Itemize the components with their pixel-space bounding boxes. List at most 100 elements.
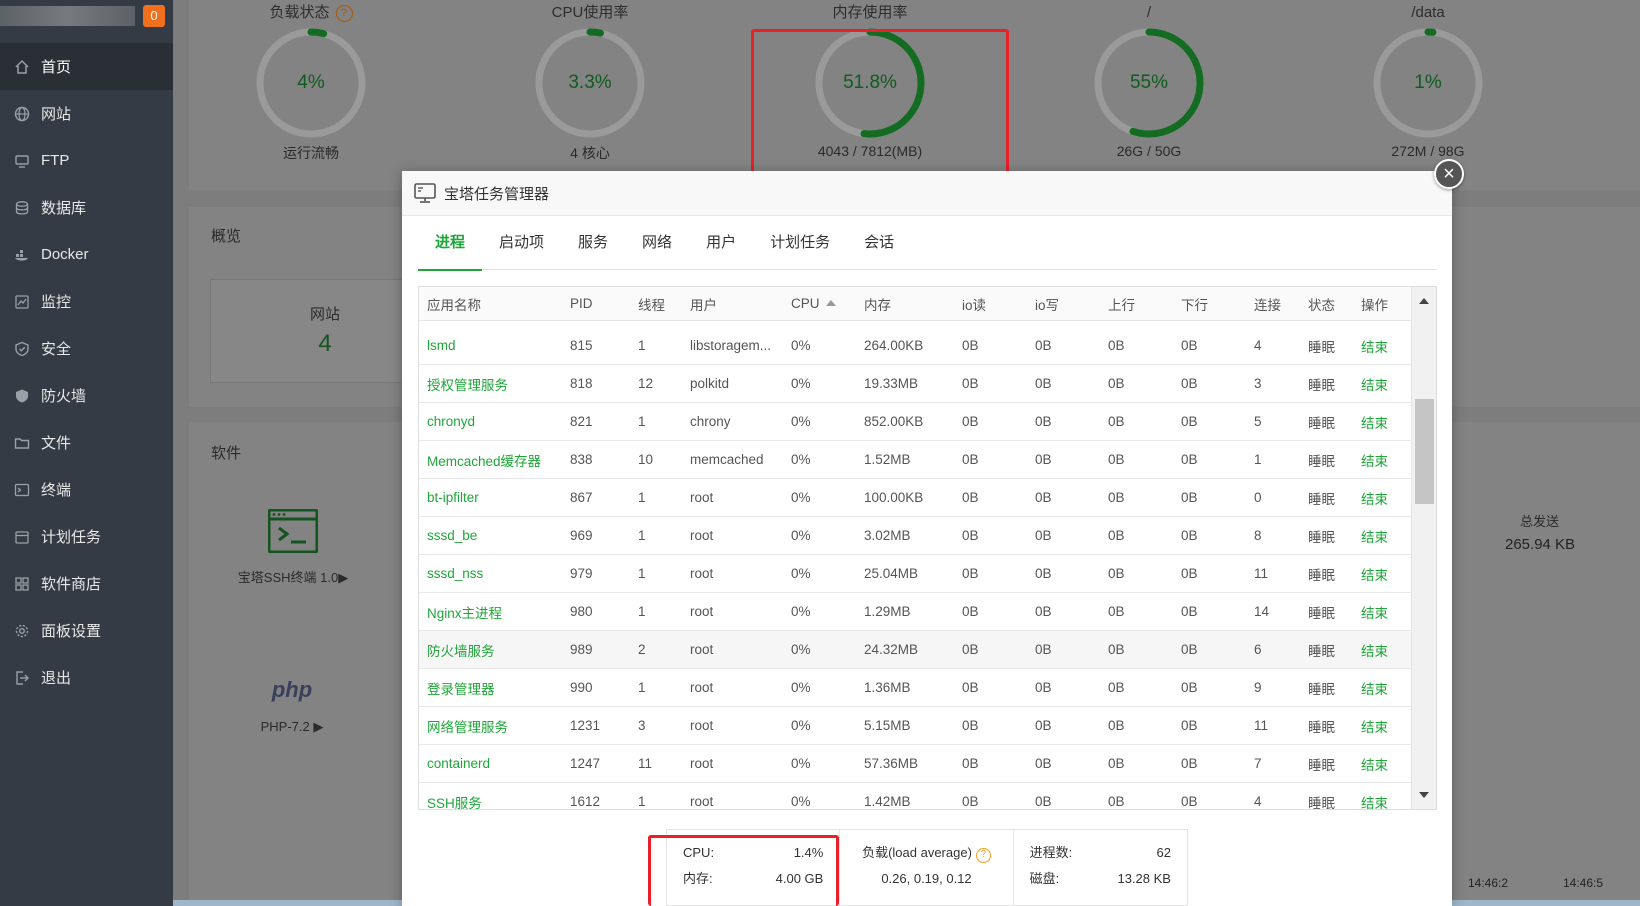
process-name-link[interactable]: bt-ipfilter [419,490,562,505]
column-header[interactable]: 连接 [1246,294,1300,314]
help-icon[interactable]: ? [975,848,991,863]
sidebar-item[interactable]: 网站 [0,90,173,137]
column-header[interactable]: 线程 [630,294,682,314]
status-gauge[interactable]: / 55% 26G / 50G [1029,0,1269,159]
sidebar-item[interactable]: 防火墙 [0,372,173,419]
table-cell: 0B [962,338,979,353]
process-name-link[interactable]: sssd_be [419,528,562,543]
process-name-link[interactable]: sssd_nss [419,566,562,581]
table-cell: 0B [962,794,979,809]
status-gauge[interactable]: 负载状态? 4% 运行流畅 [191,0,431,163]
sidebar-item[interactable]: Docker [0,231,173,278]
column-header[interactable]: PID [562,296,630,311]
sidebar-item-label: 安全 [41,341,72,358]
end-process-button[interactable]: 结束 [1353,526,1405,546]
process-name-link[interactable]: 登录管理器 [419,678,562,698]
total-sent-label: 总发送 [1520,514,1560,529]
column-header[interactable]: 内存 [856,294,954,314]
process-name-link[interactable]: 防火墙服务 [419,640,562,660]
status-gauge[interactable]: CPU使用率 3.3% 4 核心 [470,0,710,163]
end-process-button[interactable]: 结束 [1353,754,1405,774]
sidebar-item[interactable]: 监控 [0,278,173,325]
sidebar-item[interactable]: 面板设置 [0,607,173,654]
sidebar-item[interactable]: 数据库 [0,184,173,231]
table-row[interactable]: SSH服务 1612 1 root 0% 1.42MB 0B 0B 0B 0B 4 睡眠 结束 [419,783,1411,810]
sidebar-item[interactable]: 退出 [0,654,173,701]
close-icon[interactable]: × [1434,159,1464,189]
php-software[interactable]: php PHP-7.2 ▶ [232,677,352,735]
table-cell: 100.00KB [864,490,924,505]
help-icon[interactable]: ? [335,4,353,22]
table-cell: 0% [791,414,811,429]
status-gauge[interactable]: 内存使用率 51.8% 4043 / 7812(MB) [750,0,990,159]
tab[interactable]: 网络 [625,216,689,270]
column-header[interactable]: 上行 [1100,294,1173,314]
gauge-title: / [1146,4,1152,21]
table-row[interactable]: Memcached缓存器 838 10 memcached 0% 1.52MB 0B 0B 0B… [419,441,1411,479]
column-header[interactable]: 操作 [1353,294,1405,314]
tab[interactable]: 启动项 [482,216,561,270]
table-row[interactable]: sssd_be 969 1 root 0% 3.02MB 0B 0B 0B 0B 8 睡眠 结束 [419,517,1411,555]
end-process-button[interactable]: 结束 [1353,602,1405,622]
end-process-button[interactable]: 结束 [1353,412,1405,432]
table-row[interactable]: 登录管理器 990 1 root 0% 1.36MB 0B 0B 0B 0B 9 睡眠 结束 [419,669,1411,707]
column-header[interactable]: 用户 [682,294,783,314]
end-process-button[interactable]: 结束 [1353,336,1405,356]
table-row[interactable]: sssd_nss 979 1 root 0% 25.04MB 0B 0B 0B 0B 11 睡眠 结束 [419,555,1411,593]
column-header[interactable]: io写 [1027,294,1100,314]
end-process-button[interactable]: 结束 [1353,488,1405,508]
sidebar-item[interactable]: FTP [0,137,173,184]
column-header[interactable]: 下行 [1173,294,1246,314]
end-process-button[interactable]: 结束 [1353,716,1405,736]
scroll-up-arrow-icon[interactable] [1419,298,1429,304]
sidebar-item[interactable]: 计划任务 [0,513,173,560]
table-row[interactable]: 授权管理服务 818 12 polkitd 0% 19.33MB 0B 0B 0B 0B 3 睡眠 结束 [419,365,1411,403]
ssh-terminal-software[interactable]: 宝塔SSH终端 1.0▶ [233,509,353,586]
tab[interactable]: 进程 [418,216,483,271]
process-name-link[interactable]: 授权管理服务 [419,374,562,394]
table-row[interactable]: containerd 1247 11 root 0% 57.36MB 0B 0B 0B 0B 7 睡眠… [419,745,1411,783]
table-row[interactable]: 防火墙服务 989 2 root 0% 24.32MB 0B 0B 0B 0B 6 睡眠 结束 [419,631,1411,669]
tab[interactable]: 用户 [689,216,753,270]
end-process-button[interactable]: 结束 [1353,450,1405,470]
tab[interactable]: 会话 [847,216,911,270]
end-process-button[interactable]: 结束 [1353,640,1405,660]
tab[interactable]: 计划任务 [753,216,847,270]
table-cell: 1 [1254,452,1262,467]
table-cell: 0B [1181,680,1198,695]
column-header[interactable]: 状态 [1300,294,1353,314]
sidebar-item[interactable]: 终端 [0,466,173,513]
table-scrollbar[interactable] [1411,287,1436,809]
scroll-down-arrow-icon[interactable] [1419,792,1429,798]
table-cell: 821 [570,414,593,429]
column-header[interactable]: io读 [954,294,1027,314]
end-process-button[interactable]: 结束 [1353,792,1405,810]
tab[interactable]: 服务 [561,216,625,270]
process-name-link[interactable]: Memcached缓存器 [419,450,562,470]
sidebar-item[interactable]: 文件 [0,419,173,466]
process-name-link[interactable]: Nginx主进程 [419,602,562,622]
scroll-thumb[interactable] [1415,399,1434,504]
process-name-link[interactable]: SSH服务 [419,792,562,810]
end-process-button[interactable]: 结束 [1353,564,1405,584]
gauge-subtext: 4043 / 7812(MB) [817,143,923,159]
sidebar-item[interactable]: 软件商店 [0,560,173,607]
end-process-button[interactable]: 结束 [1353,678,1405,698]
end-process-button[interactable]: 结束 [1353,374,1405,394]
notification-badge[interactable]: 0 [143,5,165,27]
process-name-link[interactable]: lsmd [419,338,562,353]
process-name-link[interactable]: chronyd [419,414,562,429]
column-header[interactable]: CPU [783,296,856,311]
table-row[interactable]: Nginx主进程 980 1 root 0% 1.29MB 0B 0B 0B 0B 14 睡眠 结束 [419,593,1411,631]
table-row[interactable]: 网络管理服务 1231 3 root 0% 5.15MB 0B 0B 0B 0B 11 睡眠 结束 [419,707,1411,745]
table-row[interactable]: bt-ipfilter 867 1 root 0% 100.00KB 0B 0B 0B 0B 0 睡眠… [419,479,1411,517]
process-name-link[interactable]: containerd [419,756,562,771]
table-row[interactable]: chronyd 821 1 chrony 0% 852.00KB 0B 0B 0B 0B 5 睡眠 结束 [419,403,1411,441]
status-gauge[interactable]: /data 1% 272M / 98G [1308,0,1548,159]
sidebar-item[interactable]: 安全 [0,325,173,372]
table-row[interactable]: lsmd 815 1 libstoragem... 0% 264.00KB 0B 0B 0B 0B… [419,327,1411,365]
sidebar-item[interactable]: 首页 [0,43,173,90]
process-name-link[interactable]: 网络管理服务 [419,716,562,736]
table-cell: memcached [690,452,764,467]
column-header[interactable]: 应用名称 [419,294,562,314]
